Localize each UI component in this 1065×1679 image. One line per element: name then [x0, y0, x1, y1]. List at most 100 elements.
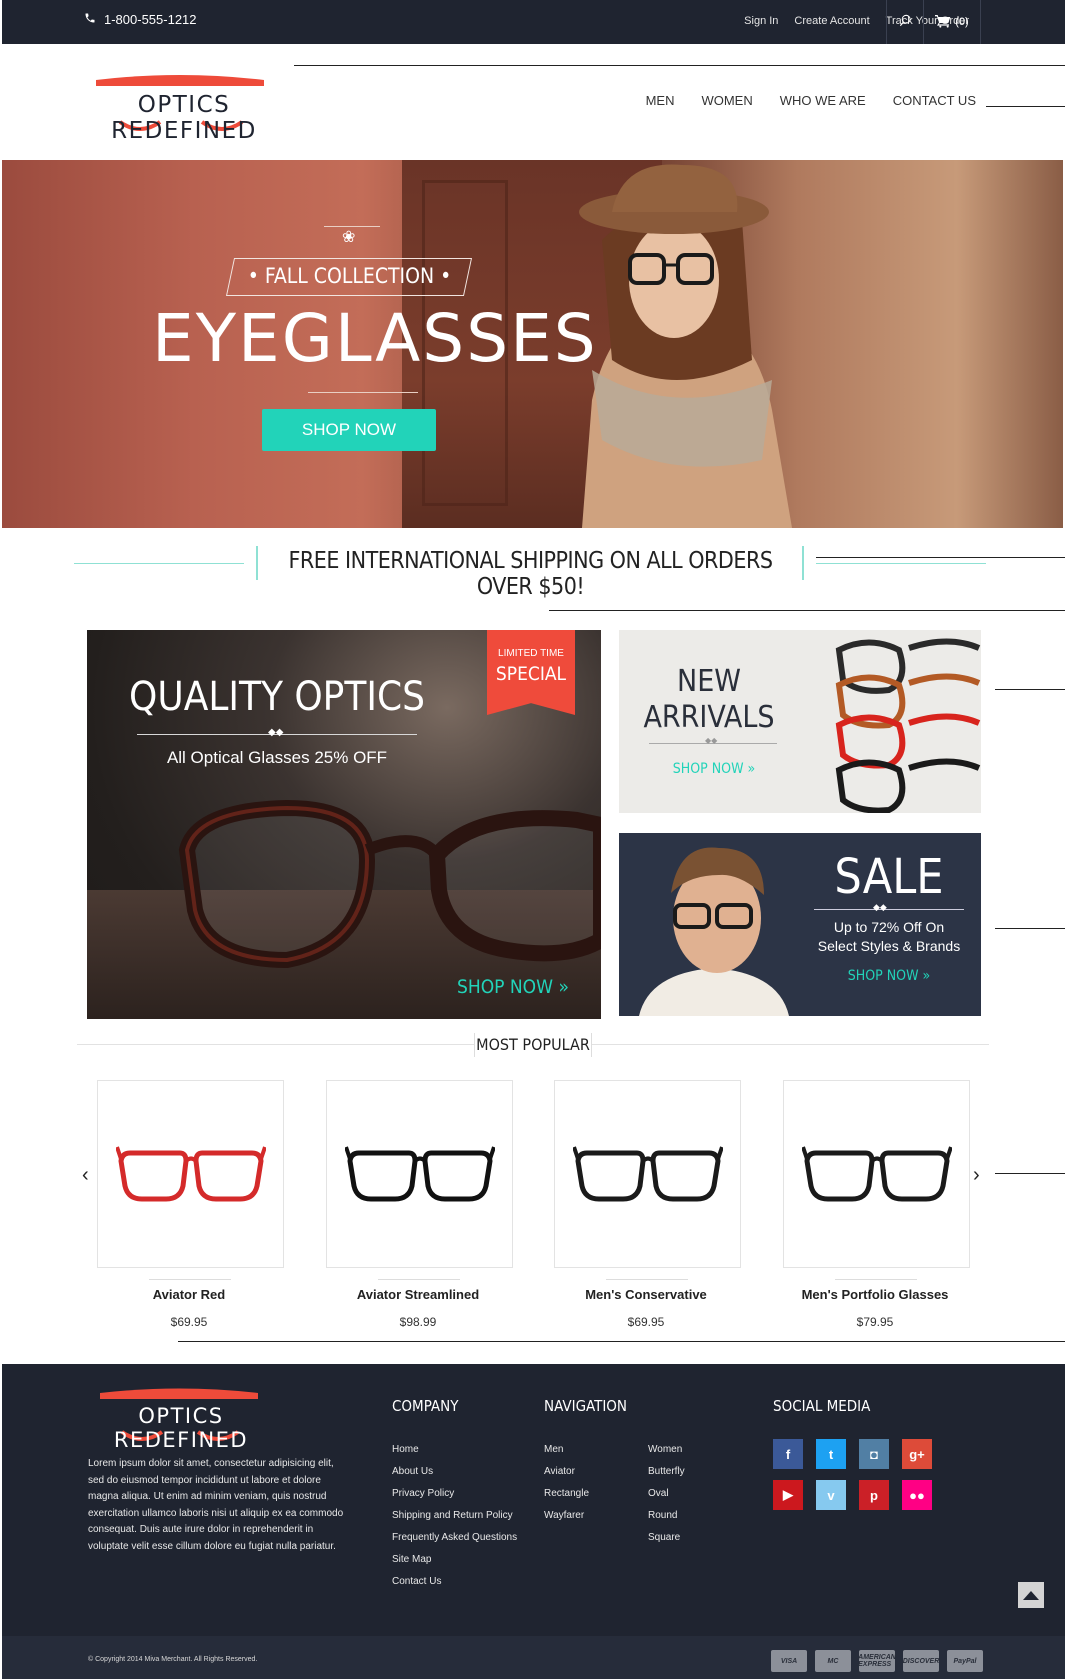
footer-nav-col-2: Women Butterfly Oval Round Square: [648, 1444, 685, 1554]
product-image: [573, 1146, 723, 1202]
footer-nav-link[interactable]: Women: [648, 1444, 685, 1466]
product-name[interactable]: Aviator Streamlined: [318, 1287, 518, 1302]
chevron-right-icon: ›: [973, 1164, 980, 1186]
search-button[interactable]: [886, 0, 923, 44]
twitter-glyph: t: [828, 1446, 834, 1462]
footer-nav-link[interactable]: Butterfly: [648, 1466, 685, 1488]
nav-item-women[interactable]: WOMEN: [701, 93, 752, 108]
shipping-rule-left: [74, 563, 244, 564]
sale-model-image: [639, 847, 789, 1016]
google-plus-glyph: g+: [909, 1446, 925, 1462]
promo-rule-1: [995, 689, 1065, 690]
site-logo[interactable]: OPTICS REDEFINED: [82, 72, 284, 144]
footer-company-link[interactable]: Shipping and Return Policy: [392, 1510, 517, 1532]
promo-title: QUALITY OPTICS: [129, 674, 425, 720]
footer-nav-link[interactable]: Square: [648, 1532, 685, 1554]
sale-shop-now-link[interactable]: SHOP NOW »: [819, 968, 959, 984]
footer-nav-link[interactable]: Aviator: [544, 1466, 589, 1488]
promo-new-arrivals[interactable]: NEW ARRIVALS ◆◆ SHOP NOW »: [619, 630, 981, 813]
product-name[interactable]: Aviator Red: [89, 1287, 289, 1302]
sale-divider: [814, 909, 964, 910]
nav-item-who-we-are[interactable]: WHO WE ARE: [780, 93, 866, 108]
footer-logo-text: OPTICS REDEFINED: [113, 1404, 249, 1452]
phone-number: 1-800-555-1212: [104, 12, 197, 27]
cart-icon: [935, 14, 951, 31]
footer-nav-col-1: Men Aviator Rectangle Wayfarer: [544, 1444, 589, 1532]
product-price: $69.95: [627, 1315, 665, 1329]
pinterest-icon[interactable]: p: [859, 1480, 889, 1510]
footer-company-link[interactable]: Home: [392, 1444, 517, 1466]
shipping-rule-dark: [816, 557, 1065, 558]
carousel-next-button[interactable]: ›: [973, 1164, 980, 1187]
product-image: [802, 1146, 952, 1202]
footer-nav-link[interactable]: Wayfarer: [544, 1510, 589, 1532]
footer-company-link[interactable]: Privacy Policy: [392, 1488, 517, 1510]
product-card[interactable]: [326, 1080, 513, 1268]
header-rule: [294, 65, 1065, 66]
sign-in-link[interactable]: Sign In: [744, 15, 778, 27]
product-price: $69.95: [170, 1315, 208, 1329]
payment-card-icon: PayPal: [947, 1650, 983, 1672]
footer-nav-link[interactable]: Round: [648, 1510, 685, 1532]
product-card[interactable]: [554, 1080, 741, 1268]
promo-shop-now-link[interactable]: SHOP NOW »: [457, 976, 587, 998]
instagram-icon[interactable]: ◘: [859, 1439, 889, 1469]
footer-nav-link[interactable]: Oval: [648, 1488, 685, 1510]
product-image: [345, 1146, 495, 1202]
flickr-icon[interactable]: ●●: [902, 1480, 932, 1510]
twitter-icon[interactable]: t: [816, 1439, 846, 1469]
carousel-prev-button[interactable]: ‹: [82, 1164, 89, 1187]
payment-card-icon: DISCOVER: [903, 1650, 939, 1672]
most-popular-heading: MOST POPULAR: [474, 1033, 592, 1057]
footer-navigation-title: NAVIGATION: [544, 1397, 628, 1415]
promo-quality-optics[interactable]: LIMITED TIME SPECIAL QUALITY OPTICS ◆◆ A…: [87, 630, 601, 1019]
nav-item-contact-us[interactable]: CONTACT US: [893, 93, 976, 108]
product-divider: [606, 1279, 688, 1280]
payment-card-icon: VISA: [771, 1650, 807, 1672]
footer-nav-link[interactable]: Rectangle: [544, 1488, 589, 1510]
product-card[interactable]: [97, 1080, 284, 1268]
shipping-rule-right: [816, 563, 986, 564]
top-bar: 1-800-555-1212 Sign In Create Account Tr…: [2, 0, 1065, 44]
product-divider: [835, 1279, 917, 1280]
product-image: [116, 1146, 266, 1202]
phone-contact[interactable]: 1-800-555-1212: [84, 12, 197, 27]
footer-company-link[interactable]: Site Map: [392, 1554, 517, 1576]
main-nav: MEN WOMEN WHO WE ARE CONTACT US: [646, 93, 976, 108]
hero-kicker: • FALL COLLECTION •: [247, 264, 452, 288]
carousel-rule: [995, 1173, 1065, 1174]
stacked-glasses-image: [835, 638, 981, 813]
footer-company-title: COMPANY: [392, 1397, 459, 1415]
back-to-top-button[interactable]: [1018, 1582, 1044, 1608]
footer-company-link[interactable]: About Us: [392, 1466, 517, 1488]
footer-company-link[interactable]: Contact Us: [392, 1576, 517, 1598]
sale-line-2: Select Styles & Brands: [817, 938, 961, 954]
payment-card-icon: MC: [815, 1650, 851, 1672]
product-name[interactable]: Men's Portfolio Glasses: [775, 1287, 975, 1302]
payment-card-icon: AMERICAN EXPRESS: [858, 1650, 896, 1672]
youtube-icon[interactable]: ▶: [773, 1480, 803, 1510]
footer-logo[interactable]: OPTICS REDEFINED: [88, 1386, 274, 1452]
arrivals-shop-now-link[interactable]: SHOP NOW »: [639, 761, 789, 777]
eyeglasses-image: [178, 799, 601, 969]
footer-company-link[interactable]: Frequently Asked Questions: [392, 1532, 517, 1554]
copyright-text: © Copyright 2014 Miva Merchant. All Righ…: [88, 1656, 258, 1663]
section-rule: [549, 610, 1065, 611]
product-name[interactable]: Men's Conservative: [546, 1287, 746, 1302]
footer-nav-link[interactable]: Men: [544, 1444, 589, 1466]
vimeo-icon[interactable]: v: [816, 1480, 846, 1510]
create-account-link[interactable]: Create Account: [794, 15, 869, 27]
product-card[interactable]: [783, 1080, 970, 1268]
hero-title: EYEGLASSES: [152, 300, 598, 377]
nav-item-men[interactable]: MEN: [646, 93, 675, 108]
phone-icon: [84, 12, 96, 27]
product-divider: [378, 1279, 460, 1280]
google-plus-icon[interactable]: g+: [902, 1439, 932, 1469]
sale-title: SALE: [834, 849, 944, 905]
arrow-up-icon: [1023, 1590, 1039, 1600]
cart-button[interactable]: (0): [923, 0, 981, 44]
promo-sale[interactable]: SALE ◆◆ Up to 72% Off On Select Styles &…: [619, 833, 981, 1016]
hero-shop-now-button[interactable]: SHOP NOW: [262, 409, 436, 451]
product-price: $98.99: [399, 1315, 437, 1329]
facebook-icon[interactable]: f: [773, 1439, 803, 1469]
